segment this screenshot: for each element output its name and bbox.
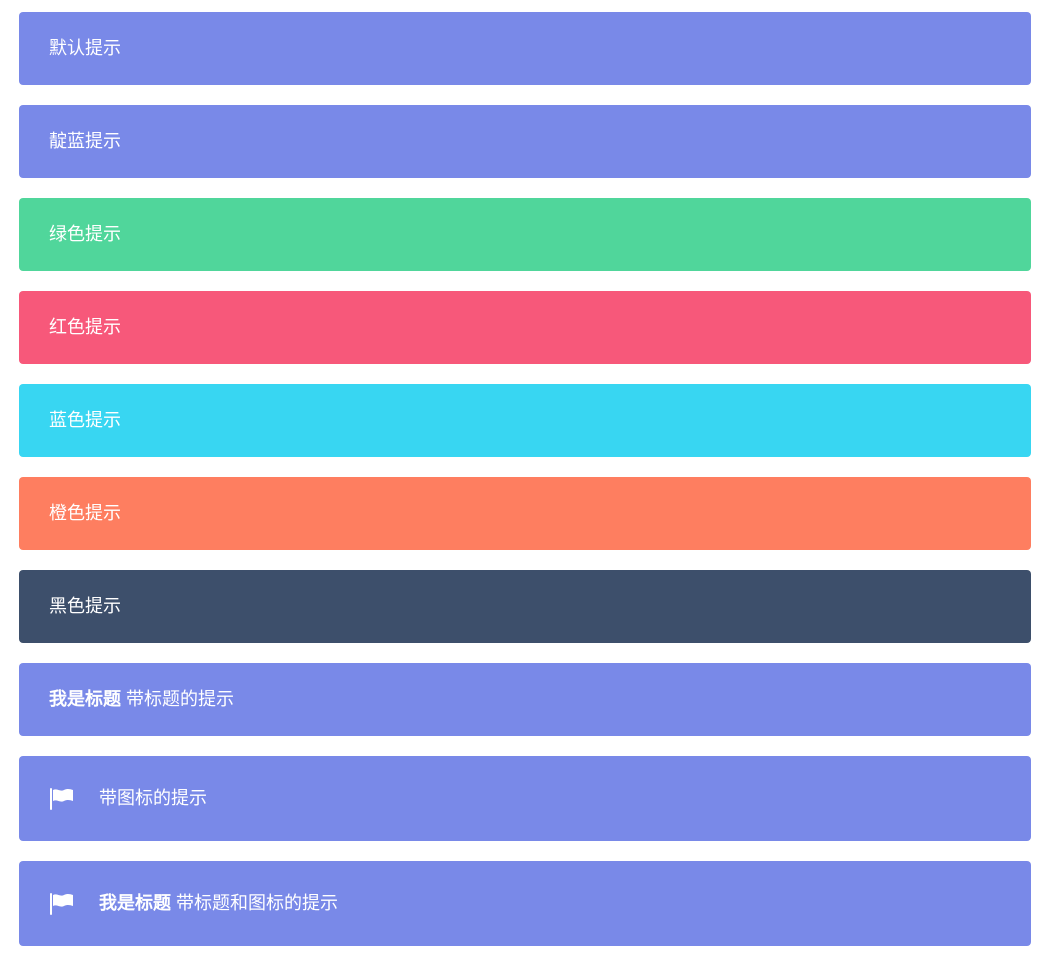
alert-text: 红色提示 [49,316,121,338]
flag-icon [49,892,75,916]
alert-orange: 橙色提示 [19,477,1031,550]
alert-red: 红色提示 [19,291,1031,364]
alert-text: 黑色提示 [49,595,121,617]
alert-black: 黑色提示 [19,570,1031,643]
alert-indigo: 靛蓝提示 [19,105,1031,178]
alert-text: 带图标的提示 [99,787,207,809]
alert-green: 绿色提示 [19,198,1031,271]
alert-with-title: 我是标题 带标题的提示 [19,663,1031,736]
alert-text: 默认提示 [49,37,121,59]
alert-text: 橙色提示 [49,502,121,524]
alert-default: 默认提示 [19,12,1031,85]
alert-text: 靛蓝提示 [49,130,121,152]
alert-with-icon: 带图标的提示 [19,756,1031,841]
alert-blue: 蓝色提示 [19,384,1031,457]
alert-title: 我是标题 [99,892,171,914]
alert-text: 带标题和图标的提示 [176,892,338,914]
alert-text: 带标题的提示 [126,688,234,710]
alert-list: 默认提示 靛蓝提示 绿色提示 红色提示 蓝色提示 橙色提示 黑色提示 我是标题 … [19,12,1031,966]
alert-text: 蓝色提示 [49,409,121,431]
alert-with-title-and-icon: 我是标题 带标题和图标的提示 [19,861,1031,946]
alert-title: 我是标题 [49,688,121,710]
alert-text: 绿色提示 [49,223,121,245]
flag-icon [49,787,75,811]
